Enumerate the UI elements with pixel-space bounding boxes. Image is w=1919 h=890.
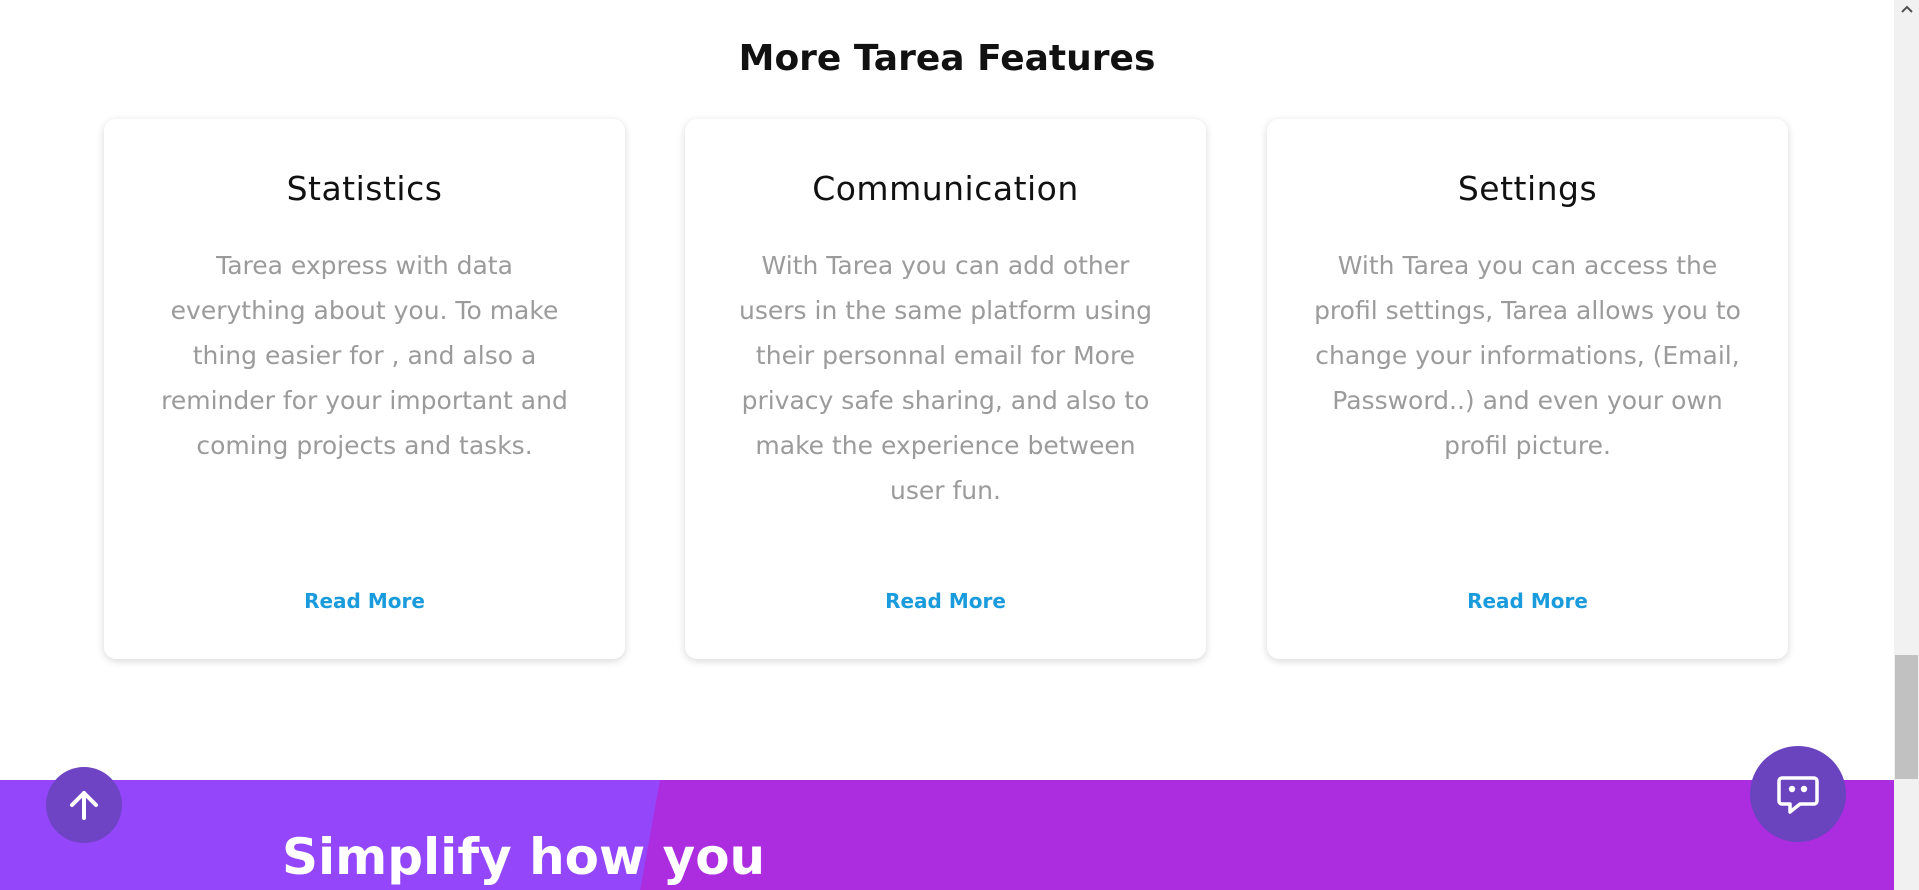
read-more-link[interactable]: Read More <box>685 589 1206 613</box>
read-more-link[interactable]: Read More <box>104 589 625 613</box>
card-description: With Tarea you can add other users in th… <box>739 251 1152 505</box>
feature-card-settings: Settings With Tarea you can access the p… <box>1267 119 1788 659</box>
card-title: Settings <box>1457 169 1598 208</box>
scroll-up-arrow-icon[interactable] <box>1894 0 1919 18</box>
feature-card-communication: Communication With Tarea you can add oth… <box>685 119 1206 659</box>
main-content: More Tarea Features Statistics Tarea exp… <box>0 0 1894 890</box>
card-description: With Tarea you can access the profil set… <box>1314 251 1741 460</box>
read-more-link[interactable]: Read More <box>1267 589 1788 613</box>
card-title: Statistics <box>286 169 443 208</box>
banner-heading: Simplify how you <box>282 828 766 886</box>
chat-bubble-icon <box>1777 776 1819 814</box>
cta-banner: Simplify how you <box>0 780 1894 890</box>
arrow-up-icon <box>70 791 98 820</box>
feature-card-statistics: Statistics Tarea express with data every… <box>104 119 625 659</box>
vertical-scrollbar[interactable] <box>1894 0 1919 890</box>
section-title: More Tarea Features <box>738 38 1156 79</box>
scroll-to-top-button[interactable] <box>46 767 122 843</box>
chat-button[interactable] <box>1750 746 1846 842</box>
page: More Tarea Features Statistics Tarea exp… <box>0 0 1919 890</box>
card-title: Communication <box>812 169 1079 208</box>
card-description: Tarea express with data everything about… <box>161 251 568 460</box>
scrollbar-thumb[interactable] <box>1895 655 1918 779</box>
